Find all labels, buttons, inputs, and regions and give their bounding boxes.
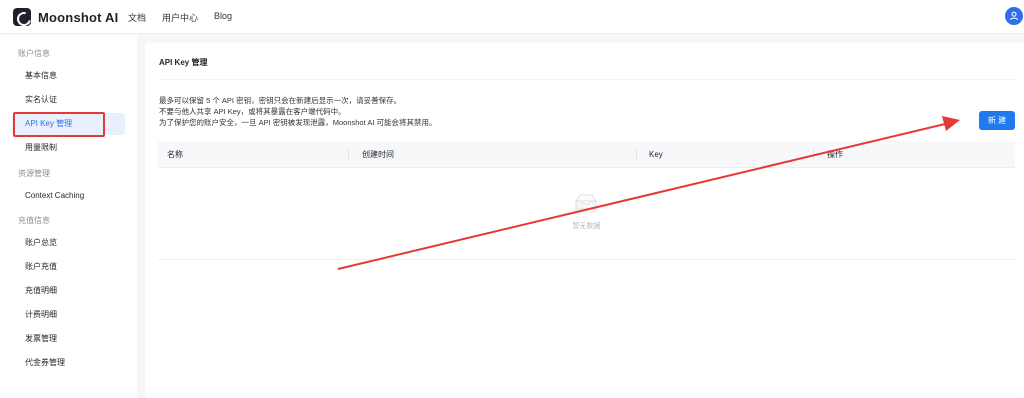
column-divider (348, 149, 349, 160)
sidebar-item-recharge-details[interactable]: 充值明细 (12, 280, 125, 302)
empty-box-icon (573, 194, 599, 214)
brand-logo[interactable]: Moonshot AI (13, 8, 118, 26)
notice-line: 为了保护您的账户安全，一旦 API 密钥被发现泄露，Moonshot AI 可能… (159, 118, 437, 127)
sidebar-item-invoices[interactable]: 发票管理 (12, 328, 125, 350)
notice-line: 不要与他人共享 API Key，或将其暴露在客户端代码中。 (159, 107, 346, 116)
column-header-key[interactable]: Key (649, 141, 663, 168)
nav-user-center[interactable]: 用户中心 (162, 11, 198, 24)
column-header-actions[interactable]: 操作 (827, 141, 843, 168)
table-header: 名称 创建时间 Key 操作 (158, 141, 1015, 168)
notice-text: 最多可以保留 5 个 API 密钥，密钥只会在新建后显示一次，请妥善保存。 不要… (159, 95, 437, 128)
new-api-key-button[interactable]: 新 建 (979, 111, 1015, 130)
user-avatar[interactable] (1005, 7, 1023, 25)
sidebar-item-context-caching[interactable]: Context Caching (12, 185, 125, 207)
notice-line: 最多可以保留 5 个 API 密钥，密钥只会在新建后显示一次，请妥善保存。 (159, 96, 402, 105)
sidebar-group-account: 账户信息 (18, 49, 50, 58)
column-header-name[interactable]: 名称 (167, 141, 183, 168)
moonshot-logo-icon (13, 8, 31, 26)
sidebar-item-billing-details[interactable]: 计费明细 (12, 304, 125, 326)
sidebar: 账户信息 基本信息 实名认证 API Key 管理 用量限制 资源管理 Cont… (0, 35, 137, 398)
user-icon (1010, 11, 1018, 21)
sidebar-group-resources: 资源管理 (18, 169, 50, 178)
top-nav: 文档 用户中心 Blog (128, 11, 248, 24)
sidebar-item-basic-info[interactable]: 基本信息 (12, 65, 125, 87)
brand-name: Moonshot AI (38, 9, 119, 25)
sidebar-item-account-overview[interactable]: 账户总览 (12, 232, 125, 254)
sidebar-item-usage-limit[interactable]: 用量限制 (12, 137, 125, 159)
column-header-created[interactable]: 创建时间 (362, 141, 394, 168)
top-bar: Moonshot AI 文档 用户中心 Blog (0, 0, 1024, 34)
table-body: 暂无数据 (158, 168, 1015, 260)
api-key-table: 名称 创建时间 Key 操作 暂无数据 (158, 141, 1015, 260)
column-divider (636, 149, 637, 160)
nav-blog[interactable]: Blog (214, 11, 232, 24)
column-divider (813, 149, 814, 160)
sidebar-item-api-key[interactable]: API Key 管理 (12, 113, 125, 135)
title-divider (159, 79, 1015, 80)
nav-docs[interactable]: 文档 (128, 11, 146, 24)
sidebar-group-billing: 充值信息 (18, 216, 50, 225)
sidebar-item-verification[interactable]: 实名认证 (12, 89, 125, 111)
sidebar-item-vouchers[interactable]: 代金券管理 (12, 352, 125, 374)
empty-state-text: 暂无数据 (572, 223, 601, 230)
main-panel: API Key 管理 最多可以保留 5 个 API 密钥，密钥只会在新建后显示一… (145, 43, 1024, 398)
sidebar-item-recharge[interactable]: 账户充值 (12, 256, 125, 278)
page-title: API Key 管理 (159, 58, 208, 67)
